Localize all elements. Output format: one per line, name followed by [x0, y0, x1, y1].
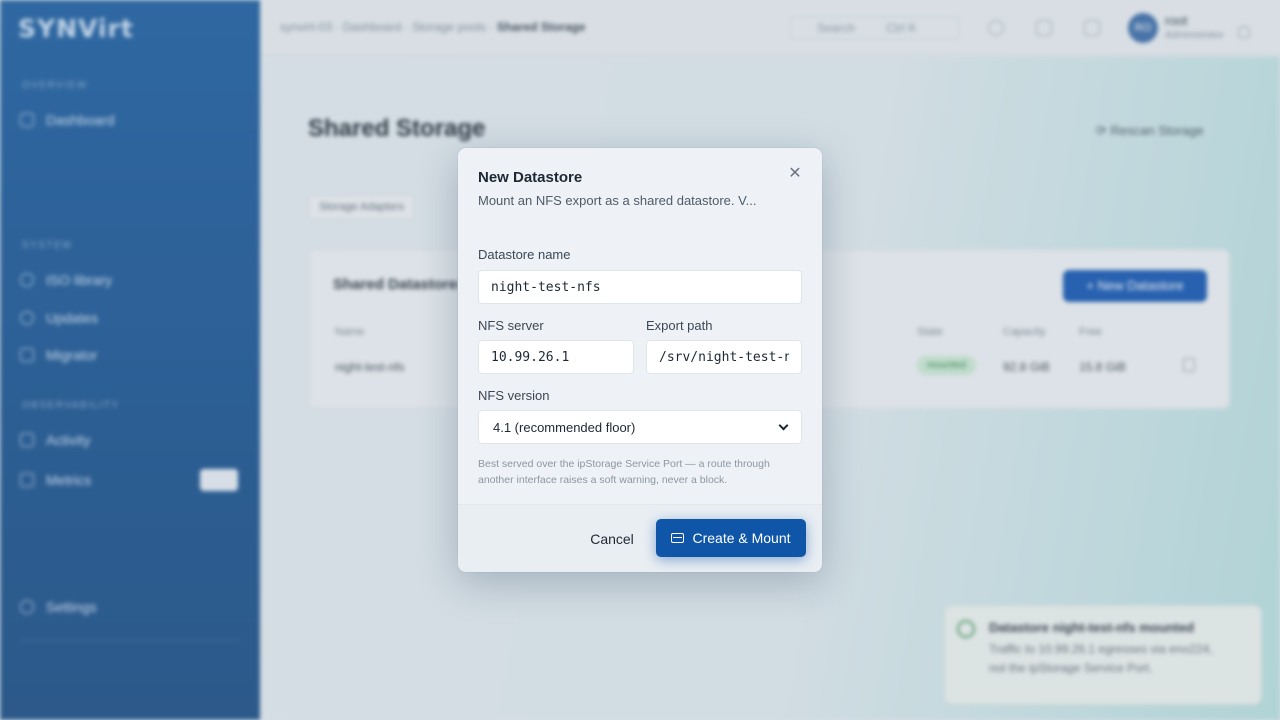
dialog-title: New Datastore	[478, 169, 583, 186]
export-path-input[interactable]	[646, 340, 802, 374]
dialog-footer: Cancel Create & Mount	[458, 504, 822, 572]
nfs-version-select[interactable]: 4.1 (recommended floor)	[478, 410, 802, 444]
export-path-label: Export path	[646, 318, 713, 333]
chevron-down-icon	[778, 420, 789, 430]
cancel-button[interactable]: Cancel	[580, 523, 644, 555]
datastore-name-input[interactable]	[478, 270, 802, 304]
nfs-version-selected: 4.1 (recommended floor)	[493, 419, 636, 435]
create-mount-label: Create & Mount	[692, 530, 791, 546]
dialog-description: Mount an NFS export as a shared datastor…	[478, 193, 757, 208]
create-mount-button[interactable]: Create & Mount	[656, 519, 806, 557]
nfs-version-label: NFS version	[478, 388, 550, 403]
nfs-hint: Best served over the ipStorage Service P…	[478, 458, 770, 486]
close-icon[interactable]: ✕	[786, 165, 804, 183]
nfs-server-input[interactable]	[478, 340, 634, 374]
nfs-server-label: NFS server	[478, 318, 544, 333]
new-datastore-dialog: New Datastore Mount an NFS export as a s…	[458, 148, 822, 572]
datastore-name-label: Datastore name	[478, 247, 571, 262]
hard-drive-icon	[671, 533, 685, 543]
